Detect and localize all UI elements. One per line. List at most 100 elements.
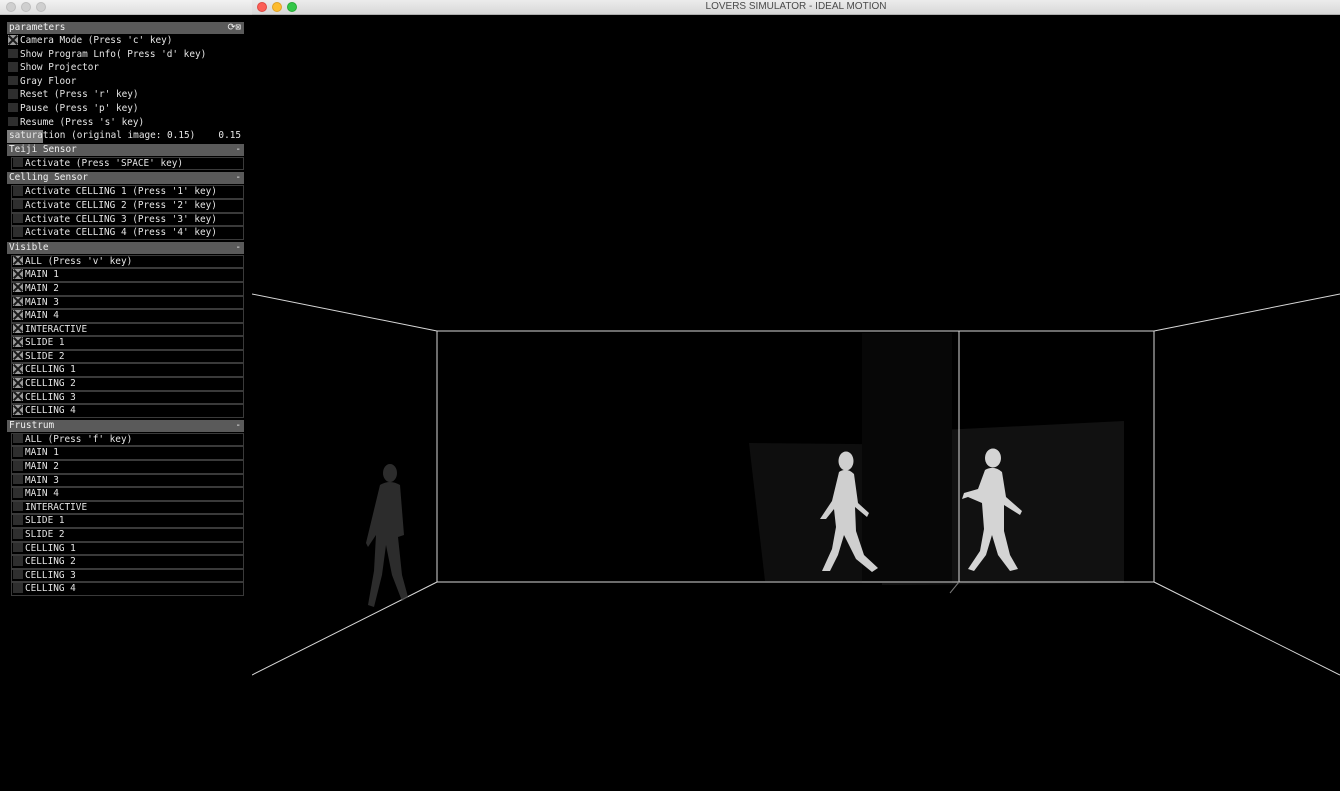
frustrum-collapse-icon[interactable]: - [235, 420, 241, 432]
frustrum-checkbox-11[interactable] [13, 583, 23, 593]
frustrum-toggle-9[interactable]: CELLING 2 [11, 555, 244, 569]
celling-sensor-header[interactable]: Celling Sensor - [7, 172, 244, 185]
visible-checkbox-1[interactable] [13, 269, 23, 279]
parameters-title: parameters [9, 22, 66, 33]
visible-toggle-10[interactable]: CELLING 3 [11, 390, 244, 405]
frustrum-checkbox-4[interactable] [13, 488, 23, 498]
teiji-toggle-0[interactable]: Activate (Press 'SPACE' key) [11, 156, 244, 171]
frustrum-label-7: SLIDE 2 [25, 529, 65, 540]
parameter-toggle-4[interactable]: Reset (Press 'r' key) [7, 89, 244, 102]
visible-toggle-11[interactable]: CELLING 4 [11, 404, 244, 418]
visible-label-9: CELLING 2 [25, 378, 76, 390]
visible-checkbox-7[interactable] [13, 350, 23, 361]
visible-toggle-3[interactable]: MAIN 3 [11, 295, 244, 310]
frustrum-toggle-6[interactable]: SLIDE 1 [11, 514, 244, 528]
frustrum-checkbox-3[interactable] [13, 474, 23, 485]
visible-header[interactable]: Visible - [7, 241, 244, 254]
parameter-toggle-3[interactable]: Gray Floor [7, 75, 244, 89]
parameter-toggle-1[interactable]: Show Program Lnfo( Press 'd' key) [7, 48, 244, 62]
inactive-close-icon[interactable] [6, 2, 16, 12]
teiji-sensor-header[interactable]: Teiji Sensor - [7, 143, 244, 156]
inactive-minimize-icon[interactable] [21, 2, 31, 12]
celling-sensor-toggle-3[interactable]: Activate CELLING 4 (Press '4' key) [11, 226, 244, 240]
celling-sensor-title: Celling Sensor [9, 172, 89, 184]
frustrum-toggle-7[interactable]: SLIDE 2 [11, 528, 244, 542]
parameter-checkbox-4[interactable] [8, 89, 18, 99]
frustrum-checkbox-5[interactable] [13, 501, 23, 512]
celling-sensor-toggle-2[interactable]: Activate CELLING 3 (Press '3' key) [11, 212, 244, 227]
visible-label-2: MAIN 2 [25, 282, 59, 294]
frustrum-toggle-4[interactable]: MAIN 4 [11, 487, 244, 501]
visible-label-8: CELLING 1 [25, 364, 76, 376]
visible-toggle-9[interactable]: CELLING 2 [11, 377, 244, 391]
visible-toggle-4[interactable]: MAIN 4 [11, 309, 244, 323]
celling-sensor-toggle-0[interactable]: Activate CELLING 1 (Press '1' key) [11, 185, 244, 199]
frustrum-toggle-3[interactable]: MAIN 3 [11, 473, 244, 488]
inactive-zoom-icon[interactable] [36, 2, 46, 12]
teiji-collapse-icon[interactable]: - [235, 144, 241, 156]
visible-toggle-1[interactable]: MAIN 1 [11, 268, 244, 282]
panel-controls-icon[interactable]: ⟳⊠ [228, 22, 242, 34]
frustrum-checkbox-9[interactable] [13, 556, 23, 566]
visible-toggle-2[interactable]: MAIN 2 [11, 281, 244, 296]
visible-checkbox-9[interactable] [13, 378, 23, 388]
3d-viewport[interactable] [252, 15, 1340, 791]
frustrum-toggle-10[interactable]: CELLING 3 [11, 568, 244, 583]
celling-sensor-checkbox-1[interactable] [13, 199, 23, 210]
visible-checkbox-8[interactable] [13, 364, 23, 374]
frustrum-toggle-1[interactable]: MAIN 1 [11, 446, 244, 461]
visible-collapse-icon[interactable]: - [235, 242, 241, 254]
visible-toggle-5[interactable]: INTERACTIVE [11, 322, 244, 337]
frustrum-toggle-11[interactable]: CELLING 4 [11, 582, 244, 596]
visible-toggle-0[interactable]: ALL (Press 'v' key) [11, 254, 244, 269]
frustrum-toggle-8[interactable]: CELLING 1 [11, 541, 244, 556]
visible-checkbox-5[interactable] [13, 323, 23, 334]
parameters-panel: parameters ⟳⊠ Camera Mode (Press 'c' key… [7, 22, 244, 596]
parameter-toggle-5[interactable]: Pause (Press 'p' key) [7, 102, 244, 116]
parameters-header[interactable]: parameters ⟳⊠ [7, 22, 244, 34]
frustrum-checkbox-8[interactable] [13, 542, 23, 553]
teiji-sensor-title: Teiji Sensor [9, 143, 77, 155]
saturation-slider[interactable]: saturation (original image: 0.15) 0.15 [7, 130, 244, 143]
visible-checkbox-10[interactable] [13, 391, 23, 402]
frustrum-label-3: MAIN 3 [25, 474, 59, 486]
frustrum-checkbox-6[interactable] [13, 515, 23, 525]
visible-toggle-7[interactable]: SLIDE 2 [11, 349, 244, 364]
frustrum-checkbox-10[interactable] [13, 569, 23, 580]
visible-checkbox-0[interactable] [13, 255, 23, 266]
frustrum-checkbox-2[interactable] [13, 461, 23, 471]
visible-checkbox-2[interactable] [13, 282, 23, 293]
parameter-toggle-0[interactable]: Camera Mode (Press 'c' key) [7, 35, 244, 48]
visible-toggle-6[interactable]: SLIDE 1 [11, 336, 244, 350]
parameter-toggle-2[interactable]: Show Projector [7, 62, 244, 75]
parameter-checkbox-5[interactable] [8, 102, 18, 113]
frustrum-toggle-0[interactable]: ALL (Press 'f' key) [11, 432, 244, 447]
frustrum-toggle-2[interactable]: MAIN 2 [11, 460, 244, 474]
visible-checkbox-4[interactable] [13, 310, 23, 320]
visible-toggle-8[interactable]: CELLING 1 [11, 363, 244, 378]
celling-sensor-checkbox-2[interactable] [13, 213, 23, 224]
celling-sensor-checkbox-3[interactable] [13, 227, 23, 237]
parameter-checkbox-0[interactable] [8, 35, 18, 45]
frustrum-checkbox-1[interactable] [13, 447, 23, 457]
teiji-checkbox-0[interactable] [13, 157, 23, 168]
parameter-checkbox-6[interactable] [8, 116, 18, 127]
visible-checkbox-3[interactable] [13, 296, 23, 306]
frustrum-checkbox-0[interactable] [13, 433, 23, 444]
parameter-checkbox-3[interactable] [8, 75, 18, 86]
celling-sensor-label-2: Activate CELLING 3 (Press '3' key) [25, 213, 217, 225]
frustrum-header[interactable]: Frustrum - [7, 419, 244, 432]
visible-title: Visible [9, 241, 49, 253]
celling-sensor-collapse-icon[interactable]: - [235, 172, 241, 184]
celling-sensor-checkbox-0[interactable] [13, 186, 23, 196]
frustrum-checkbox-7[interactable] [13, 528, 23, 539]
parameter-checkbox-2[interactable] [8, 62, 18, 72]
visible-checkbox-6[interactable] [13, 337, 23, 347]
parameter-toggle-6[interactable]: Resume (Press 's' key) [7, 116, 244, 130]
background-window: parameters ⟳⊠ Camera Mode (Press 'c' key… [0, 0, 252, 791]
saturation-value: 0.15 [218, 130, 241, 142]
celling-sensor-toggle-1[interactable]: Activate CELLING 2 (Press '2' key) [11, 198, 244, 213]
parameter-checkbox-1[interactable] [8, 48, 18, 59]
frustrum-toggle-5[interactable]: INTERACTIVE [11, 500, 244, 515]
visible-checkbox-11[interactable] [13, 405, 23, 415]
